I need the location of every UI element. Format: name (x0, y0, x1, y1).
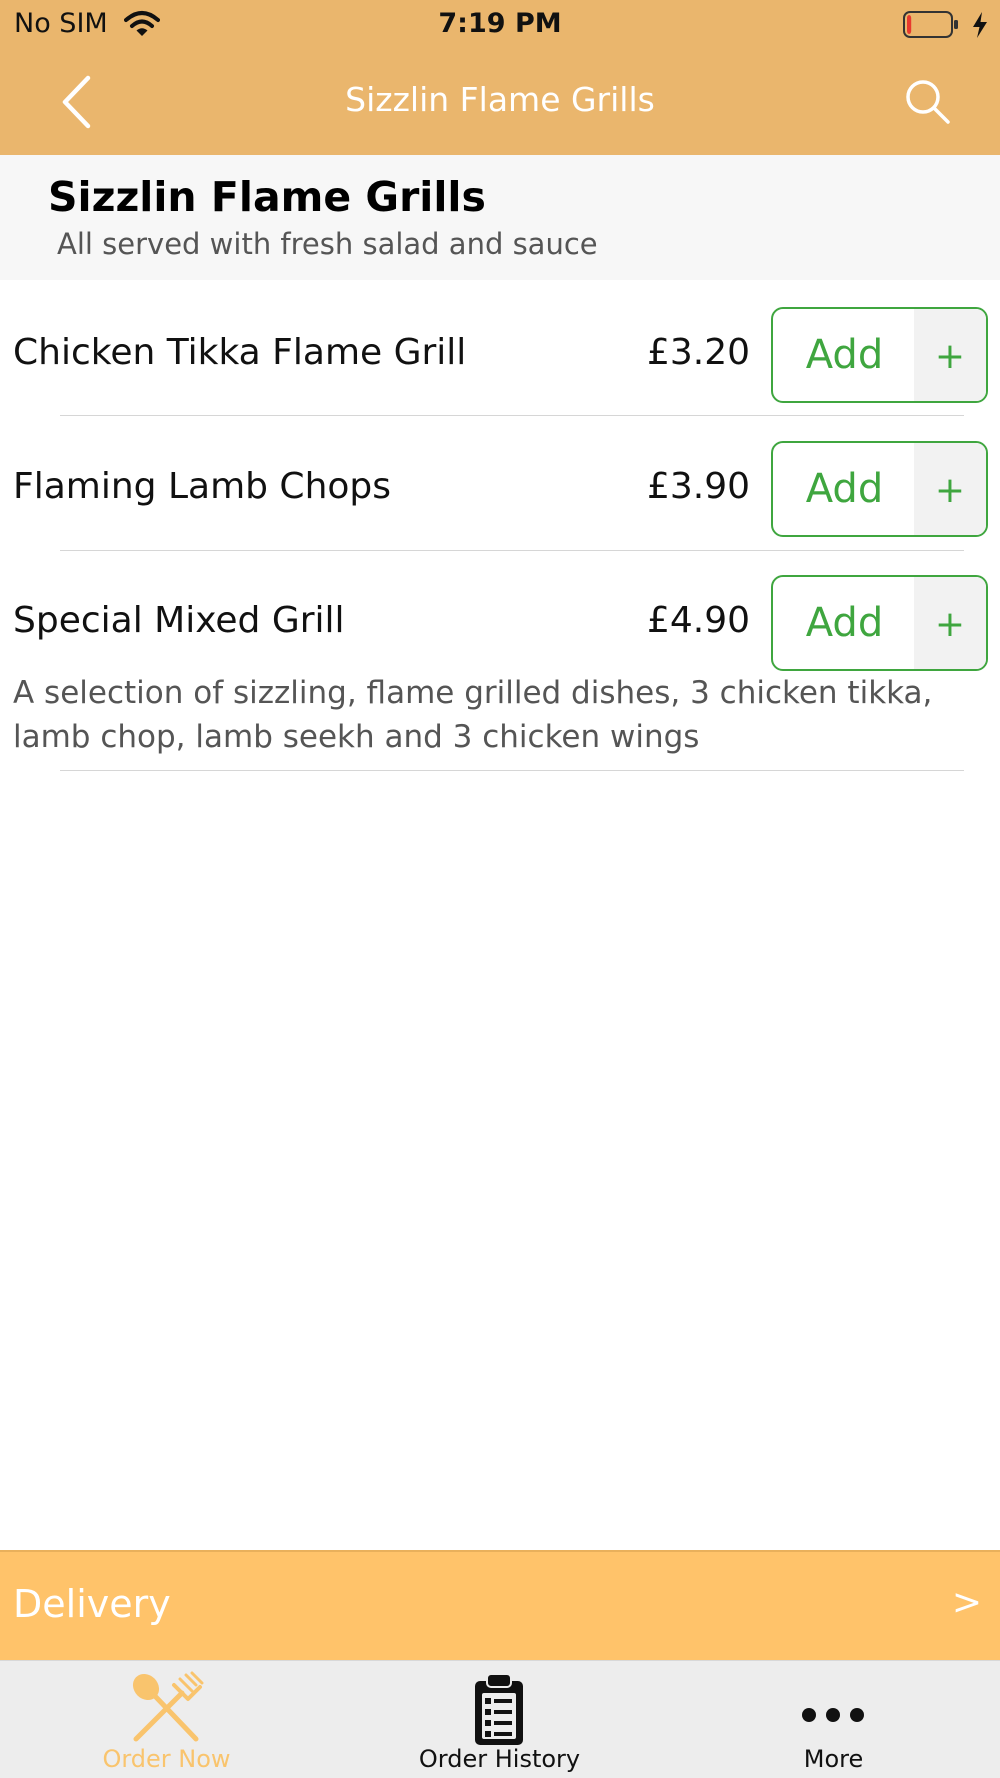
nav-title: Sizzlin Flame Grills (345, 80, 655, 119)
tab-bar: Order Now Order History More (0, 1660, 1000, 1778)
menu-item: Chicken Tikka Flame Grill £3.20 Add + (0, 280, 1000, 416)
tab-label: Order Now (102, 1745, 231, 1773)
cutlery-icon (132, 1671, 204, 1742)
item-name: Flaming Lamb Chops (13, 466, 392, 507)
item-price: £3.90 (646, 466, 750, 507)
charging-bolt-icon (973, 12, 987, 38)
category-header: Sizzlin Flame Grills All served with fre… (0, 155, 1000, 280)
add-label: Add (805, 466, 884, 512)
tab-order-history[interactable]: Order History (333, 1661, 666, 1778)
item-price: £4.90 (646, 600, 750, 641)
add-to-order-button[interactable]: Add + (771, 307, 988, 403)
status-time: 7:19 PM (438, 8, 562, 39)
tab-order-now[interactable]: Order Now (0, 1661, 333, 1778)
delivery-label: Delivery (13, 1582, 171, 1626)
tab-label: More (803, 1745, 864, 1773)
more-dots-icon (802, 1708, 864, 1722)
delivery-mode-bar[interactable]: Delivery > (0, 1550, 1000, 1660)
item-price: £3.20 (646, 332, 750, 373)
tab-label: Order History (418, 1745, 581, 1773)
chevron-right-icon: > (951, 1582, 982, 1623)
battery-icon (903, 11, 958, 38)
add-to-order-button[interactable]: Add + (771, 441, 988, 537)
item-name: Chicken Tikka Flame Grill (13, 332, 467, 373)
item-description: A selection of sizzling, flame grilled d… (13, 675, 933, 755)
item-name: Special Mixed Grill (13, 600, 345, 641)
status-bar: No SIM 7:19 PM (0, 0, 1000, 50)
divider (60, 770, 964, 771)
plus-icon: + (914, 577, 986, 669)
add-label: Add (805, 332, 884, 378)
search-icon[interactable] (900, 74, 956, 130)
nav-bar: Sizzlin Flame Grills (0, 50, 1000, 155)
add-label: Add (805, 600, 884, 646)
header: No SIM 7:19 PM Sizzlin Flame Grills (0, 0, 1000, 155)
clipboard-icon (475, 1673, 523, 1745)
menu-item: Special Mixed Grill £4.90 Add + A select… (0, 551, 1000, 771)
add-to-order-button[interactable]: Add + (771, 575, 988, 671)
category-subtitle: All served with fresh salad and sauce (57, 227, 598, 261)
plus-icon: + (914, 309, 986, 401)
tab-more[interactable]: More (667, 1661, 1000, 1778)
category-title: Sizzlin Flame Grills (48, 173, 486, 221)
menu-item: Flaming Lamb Chops £3.90 Add + (0, 416, 1000, 550)
plus-icon: + (914, 443, 986, 535)
